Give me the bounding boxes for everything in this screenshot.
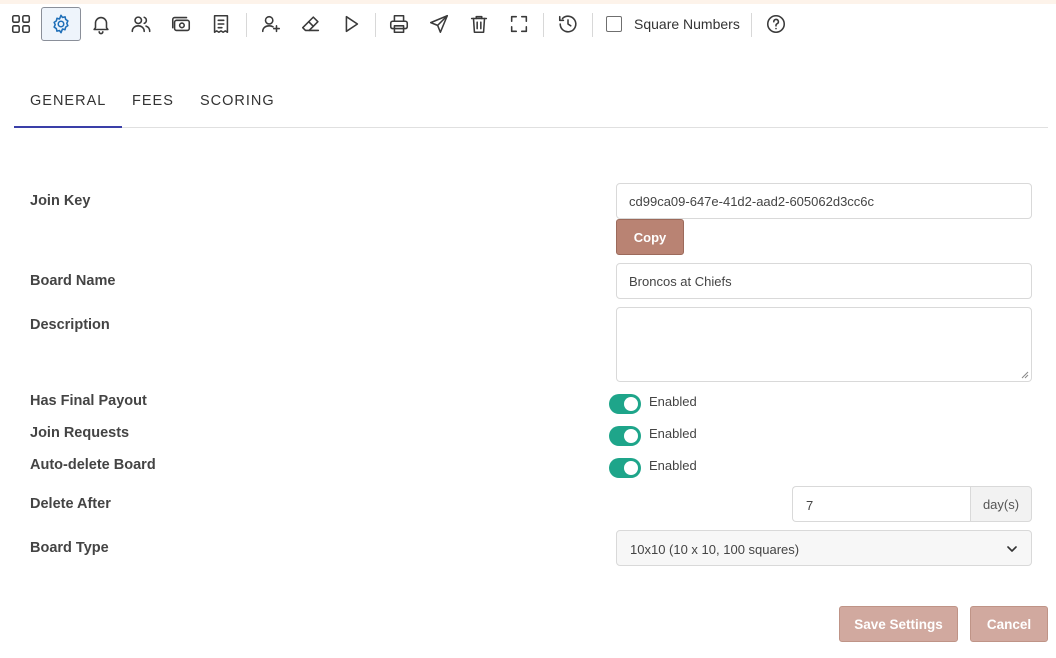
square-numbers-checkbox[interactable] [606, 16, 622, 32]
has-final-payout-label: Has Final Payout [30, 393, 147, 409]
board-type-select[interactable]: 10x10 (10 x 10, 100 squares) [616, 530, 1032, 566]
join-key-label: Join Key [30, 193, 91, 209]
auto-delete-status: Enabled [649, 458, 697, 473]
history-icon[interactable] [548, 7, 588, 41]
square-numbers-label: Square Numbers [634, 16, 740, 32]
receipt-icon[interactable] [201, 7, 241, 41]
description-field[interactable] [616, 307, 1032, 382]
auto-delete-label: Auto-delete Board [30, 457, 156, 473]
cancel-button[interactable]: Cancel [970, 606, 1048, 642]
fullscreen-icon[interactable] [499, 7, 539, 41]
toolbar-divider [246, 13, 247, 37]
toggle-knob [624, 429, 638, 443]
settings-tabs: GENERAL FEES SCORING [14, 80, 1048, 128]
delete-after-field[interactable]: 7 [792, 486, 971, 522]
bell-icon[interactable] [81, 7, 121, 41]
description-label: Description [30, 317, 110, 333]
add-user-icon[interactable] [251, 7, 291, 41]
top-strip [0, 0, 1056, 4]
save-settings-button[interactable]: Save Settings [839, 606, 958, 642]
board-name-label: Board Name [30, 273, 116, 289]
toolbar-divider [375, 13, 376, 37]
gear-icon[interactable] [41, 7, 81, 41]
toolbar-divider [592, 13, 593, 37]
tab-general[interactable]: GENERAL [14, 80, 123, 128]
join-requests-status: Enabled [649, 426, 697, 441]
toggle-knob [624, 397, 638, 411]
toolbar: Square Numbers [0, 5, 1056, 43]
chevron-down-icon [1007, 546, 1017, 552]
grid-icon[interactable] [1, 7, 41, 41]
toolbar-divider [543, 13, 544, 37]
money-icon[interactable] [161, 7, 201, 41]
resize-handle-icon[interactable] [1021, 371, 1029, 379]
copy-button[interactable]: Copy [616, 219, 684, 255]
has-final-payout-status: Enabled [649, 394, 697, 409]
tab-scoring[interactable]: SCORING [184, 80, 291, 128]
auto-delete-toggle[interactable] [609, 458, 641, 478]
trash-icon[interactable] [459, 7, 499, 41]
users-icon[interactable] [121, 7, 161, 41]
tab-fees[interactable]: FEES [116, 80, 190, 128]
join-requests-toggle[interactable] [609, 426, 641, 446]
board-type-label: Board Type [30, 540, 109, 556]
eraser-icon[interactable] [291, 7, 331, 41]
play-icon[interactable] [331, 7, 371, 41]
board-name-field[interactable]: Broncos at Chiefs [616, 263, 1032, 299]
toggle-knob [624, 461, 638, 475]
help-icon[interactable] [756, 7, 796, 41]
send-icon[interactable] [419, 7, 459, 41]
board-type-value: 10x10 (10 x 10, 100 squares) [630, 542, 800, 557]
printer-icon[interactable] [379, 7, 419, 41]
join-requests-label: Join Requests [30, 425, 130, 441]
has-final-payout-toggle[interactable] [609, 394, 641, 414]
join-key-field[interactable]: cd99ca09-647e-41d2-aad2-605062d3cc6c [616, 183, 1032, 219]
delete-after-unit: day(s) [970, 486, 1032, 522]
delete-after-label: Delete After [30, 496, 111, 512]
toolbar-divider [751, 13, 752, 37]
